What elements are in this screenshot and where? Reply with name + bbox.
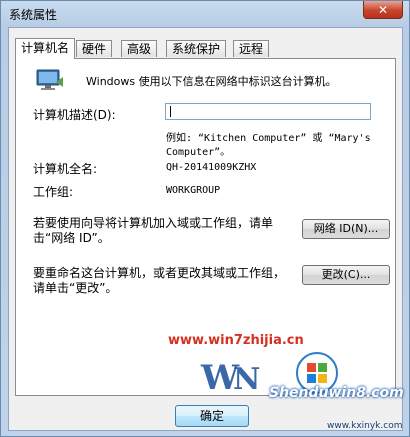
close-icon: ✕ <box>377 2 389 17</box>
network-id-text-line2: 击“网络 ID”。 <box>33 231 110 245</box>
fullname-label: 计算机全名: <box>33 162 98 176</box>
close-button[interactable]: ✕ <box>363 1 403 19</box>
system-properties-window: 系统属性 ✕ 计算机名 硬件 高级 系统保护 远程 Windows 使用以下信息… <box>0 0 410 437</box>
watermark-site2: Shenduwin8.com <box>269 385 404 401</box>
example-text-line2: Computer”。 <box>166 147 231 158</box>
network-id-button[interactable]: 网络 ID(N)... <box>302 219 390 239</box>
win7-logo-watermark-icon: W N <box>200 352 338 398</box>
workgroup-value: WORKGROUP <box>166 185 221 196</box>
example-text-line1: 例如: “Kitchen Computer” 或 “Mary's <box>166 133 371 144</box>
text-caret <box>170 106 171 117</box>
fullname-value: QH-20141009KZHX <box>166 162 257 173</box>
rename-text-line2: 请单击“更改”。 <box>33 281 118 295</box>
watermark-site1: www.win7zhijia.cn <box>168 333 304 348</box>
change-button[interactable]: 更改(C)... <box>302 265 390 285</box>
tab-hardware[interactable]: 硬件 <box>76 40 113 57</box>
tab-remote[interactable]: 远程 <box>233 40 270 57</box>
watermark-site3: www.kxinyk.com <box>327 421 403 431</box>
svg-text:N: N <box>233 362 260 397</box>
tab-advanced[interactable]: 高级 <box>121 40 158 57</box>
workgroup-label: 工作组: <box>33 185 74 199</box>
intro-text: Windows 使用以下信息在网络中标识这台计算机。 <box>86 75 337 88</box>
description-label: 计算机描述(D): <box>33 108 116 122</box>
tab-system-protection[interactable]: 系统保护 <box>166 40 227 57</box>
tab-computer-name[interactable]: 计算机名 <box>15 38 76 59</box>
description-input[interactable] <box>165 103 371 120</box>
monitor-network-icon <box>36 69 63 90</box>
title-bar[interactable]: 系统属性 ✕ <box>1 1 409 27</box>
window-title: 系统属性 <box>9 8 58 22</box>
